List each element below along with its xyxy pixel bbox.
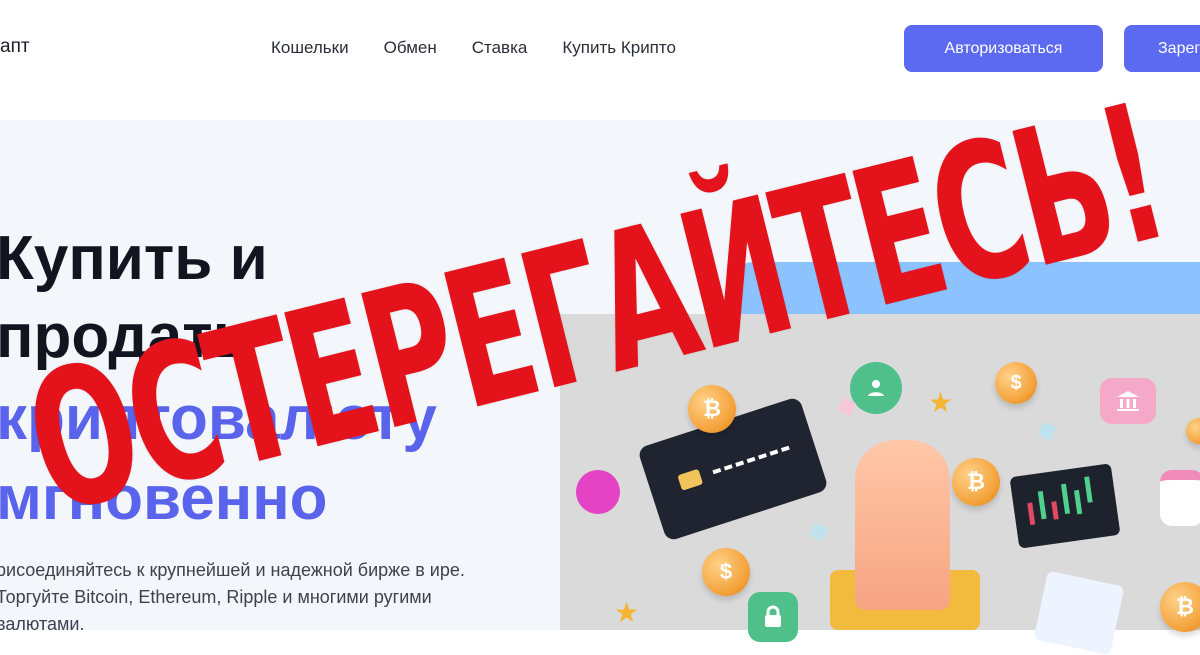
trading-chart-icon (1009, 463, 1121, 549)
candle-mark (1037, 490, 1047, 520)
candle-mark (1051, 501, 1059, 520)
bank-icon (1100, 378, 1156, 424)
calendar-icon (1160, 470, 1200, 526)
nav-item-exchange[interactable]: Обмен (384, 38, 437, 58)
main-nav: Кошельки Обмен Ставка Купить Крипто (271, 38, 711, 58)
nav-item-wallets[interactable]: Кошельки (271, 38, 349, 58)
nav-item-staking[interactable]: Ставка (472, 38, 528, 58)
hero-description: рисоединяйтесь к крупнейшей и надежной б… (0, 560, 465, 634)
site-logo[interactable]: апт (0, 36, 30, 58)
card-number-dashes (712, 445, 791, 479)
hand-illustration (855, 440, 950, 610)
dollar-coin-icon: $ (995, 362, 1037, 404)
hero-title-line-1: Купить и (0, 224, 268, 293)
register-button[interactable]: Зарег (1124, 25, 1200, 72)
gear-icon (576, 470, 620, 514)
bitcoin-coin-icon: ₿ (952, 458, 1000, 506)
document-icon (1033, 570, 1125, 655)
star-icon: ★ (614, 597, 640, 628)
dollar-coin-icon: $ (702, 548, 750, 596)
lock-icon (748, 592, 798, 642)
star-icon: ★ (928, 387, 954, 418)
candle-mark (1060, 483, 1071, 515)
candle-mark (1073, 489, 1083, 515)
candle-mark (1084, 476, 1093, 503)
card-chip-icon (677, 468, 704, 491)
candle-mark (1027, 502, 1036, 526)
nav-item-buy-crypto[interactable]: Купить Крипто (562, 38, 676, 58)
user-avatar-icon (850, 362, 902, 414)
login-button[interactable]: Авторизоваться (904, 25, 1103, 72)
